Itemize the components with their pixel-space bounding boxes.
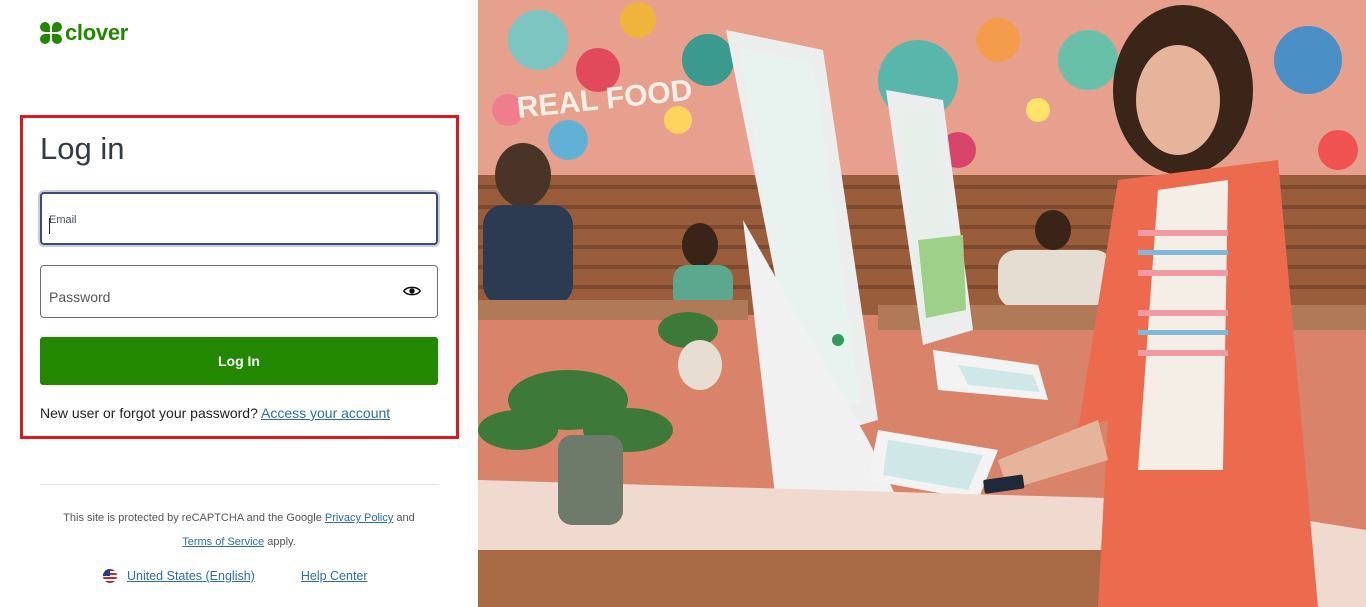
recaptcha-notice: This site is protected by reCAPTCHA and … [40, 506, 438, 554]
login-button[interactable]: Log In [40, 337, 438, 385]
help-text: New user or forgot your password? [40, 405, 258, 421]
help-line: New user or forgot your password? Access… [40, 405, 390, 421]
help-center-link[interactable]: Help Center [301, 569, 368, 583]
divider [40, 484, 438, 485]
access-account-link[interactable]: Access your account [261, 405, 390, 421]
privacy-policy-link[interactable]: Privacy Policy [325, 512, 393, 524]
text-caret [49, 218, 50, 234]
hero-image: REAL FOOD [478, 0, 1366, 607]
us-flag-icon [103, 569, 117, 583]
recaptcha-apply: apply. [267, 536, 296, 548]
password-field-label: Password [49, 289, 111, 305]
locale-link[interactable]: United States (English) [127, 569, 255, 583]
hero-photo: REAL FOOD [478, 0, 1366, 607]
clover-logo-text: clover [65, 20, 129, 45]
recaptcha-text: This site is protected by reCAPTCHA and … [63, 512, 322, 524]
clover-logo-icon [40, 22, 62, 44]
terms-of-service-link[interactable]: Terms of Service [182, 536, 264, 548]
footer: United States (English) Help Center [103, 569, 368, 583]
clover-logo[interactable]: clover [40, 22, 128, 44]
password-field[interactable]: Password [40, 265, 438, 318]
page-title: Log in [40, 131, 125, 166]
email-field[interactable]: Email [40, 192, 438, 245]
eye-icon[interactable] [403, 284, 421, 298]
recaptcha-and: and [396, 512, 415, 524]
login-panel: clover Log in Email Password Log In New … [0, 0, 478, 607]
email-field-label: Email [49, 214, 77, 226]
